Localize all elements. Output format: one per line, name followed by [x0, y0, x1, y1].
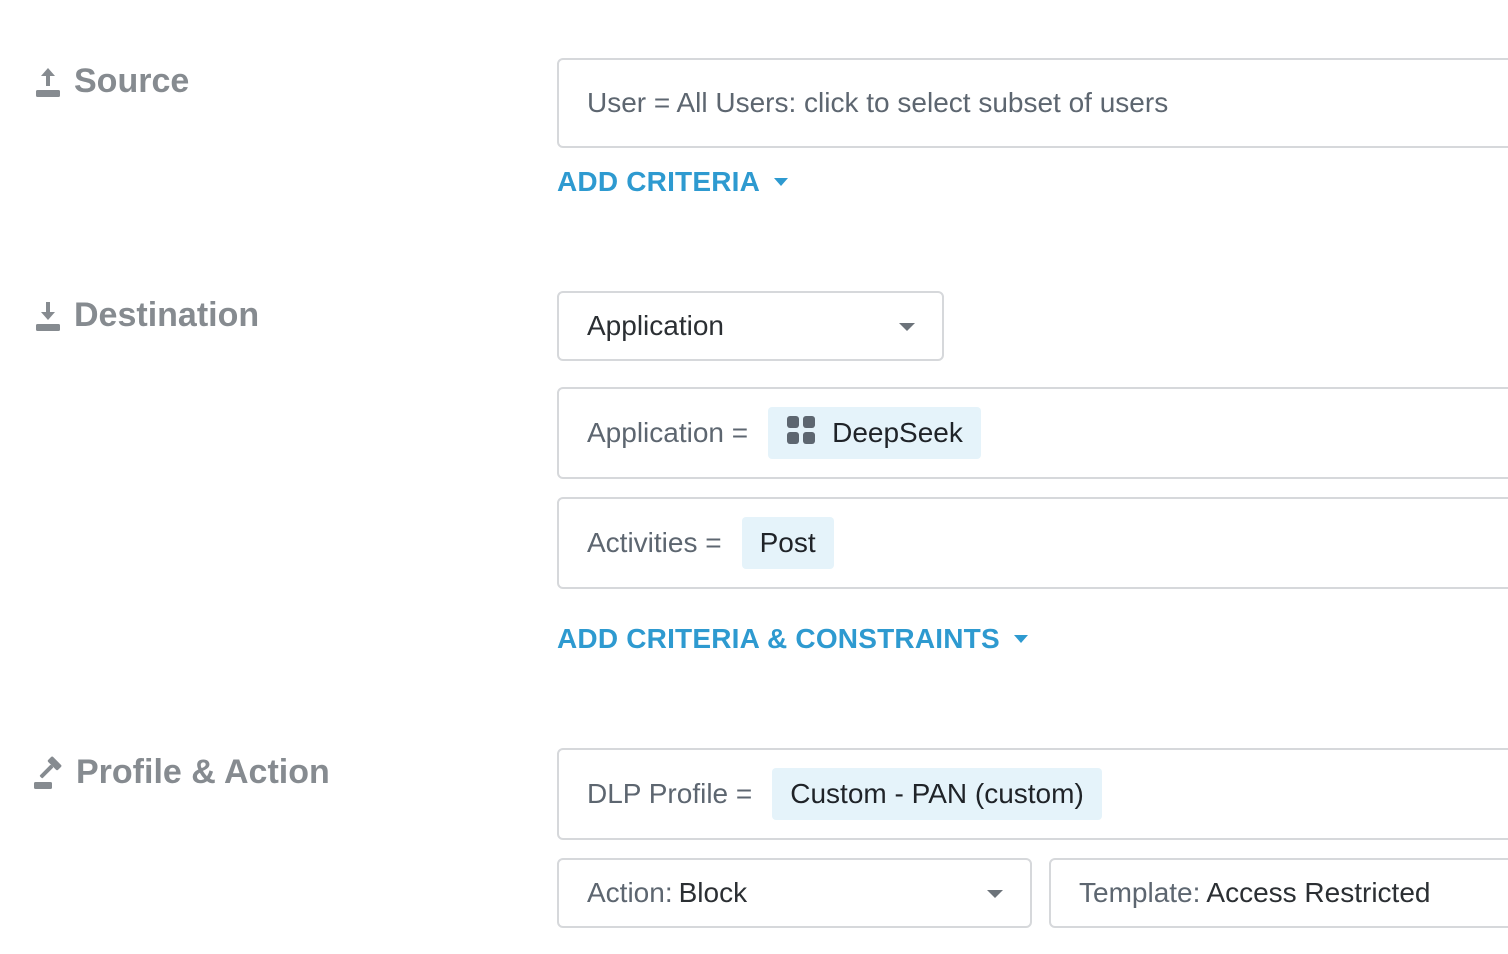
source-section-title: Source [34, 62, 189, 101]
add-criteria-constraints-button[interactable]: ADD CRITERIA & CONSTRAINTS [557, 623, 1028, 655]
user-criteria-field[interactable]: User = All Users: click to select subset… [557, 58, 1508, 148]
action-label: Action: [587, 877, 673, 908]
action-select[interactable]: Action: Block [557, 858, 1032, 928]
application-criteria-label: Application = [587, 417, 749, 448]
gavel-icon [32, 756, 64, 790]
profile-action-title: Profile & Action [76, 753, 330, 791]
destination-title: Destination [74, 296, 260, 334]
template-label: Template: [1079, 877, 1201, 908]
template-select[interactable]: Template: Access Restricted [1049, 858, 1508, 928]
activities-chip-label: Post [759, 527, 816, 558]
source-title: Source [74, 62, 190, 100]
activities-chip[interactable]: Post [741, 517, 834, 569]
chevron-down-icon [899, 323, 915, 331]
user-criteria-text: User = All Users: click to select subset… [587, 87, 1169, 118]
application-chip[interactable]: DeepSeek [768, 407, 981, 459]
add-criteria-label: ADD CRITERIA [557, 166, 761, 197]
profile-action-section-title: Profile & Action [32, 753, 330, 792]
destination-section-title: Destination [34, 296, 259, 335]
activities-criteria-field[interactable]: Activities = Post [557, 497, 1508, 589]
dlp-profile-label: DLP Profile = [587, 778, 753, 809]
activities-criteria-label: Activities = [587, 527, 722, 558]
add-criteria-button[interactable]: ADD CRITERIA [557, 166, 789, 198]
dlp-profile-chip[interactable]: Custom - PAN (custom) [772, 768, 1102, 820]
destination-type-select[interactable]: Application [557, 291, 944, 361]
add-criteria-constraints-label: ADD CRITERIA & CONSTRAINTS [557, 623, 1000, 654]
application-criteria-field[interactable]: Application = DeepSeek [557, 387, 1508, 479]
download-icon [34, 300, 62, 332]
caret-down-icon [774, 178, 789, 186]
upload-icon [34, 66, 62, 98]
application-chip-label: DeepSeek [832, 417, 963, 448]
dlp-profile-field[interactable]: DLP Profile = Custom - PAN (custom) [557, 748, 1508, 840]
action-value: Block [678, 877, 748, 908]
chevron-down-icon [987, 890, 1003, 898]
app-grid-icon [786, 415, 816, 452]
destination-type-value: Application [587, 310, 724, 341]
template-value: Access Restricted [1206, 877, 1431, 908]
caret-down-icon [1013, 635, 1028, 643]
dlp-profile-chip-label: Custom - PAN (custom) [790, 778, 1084, 809]
